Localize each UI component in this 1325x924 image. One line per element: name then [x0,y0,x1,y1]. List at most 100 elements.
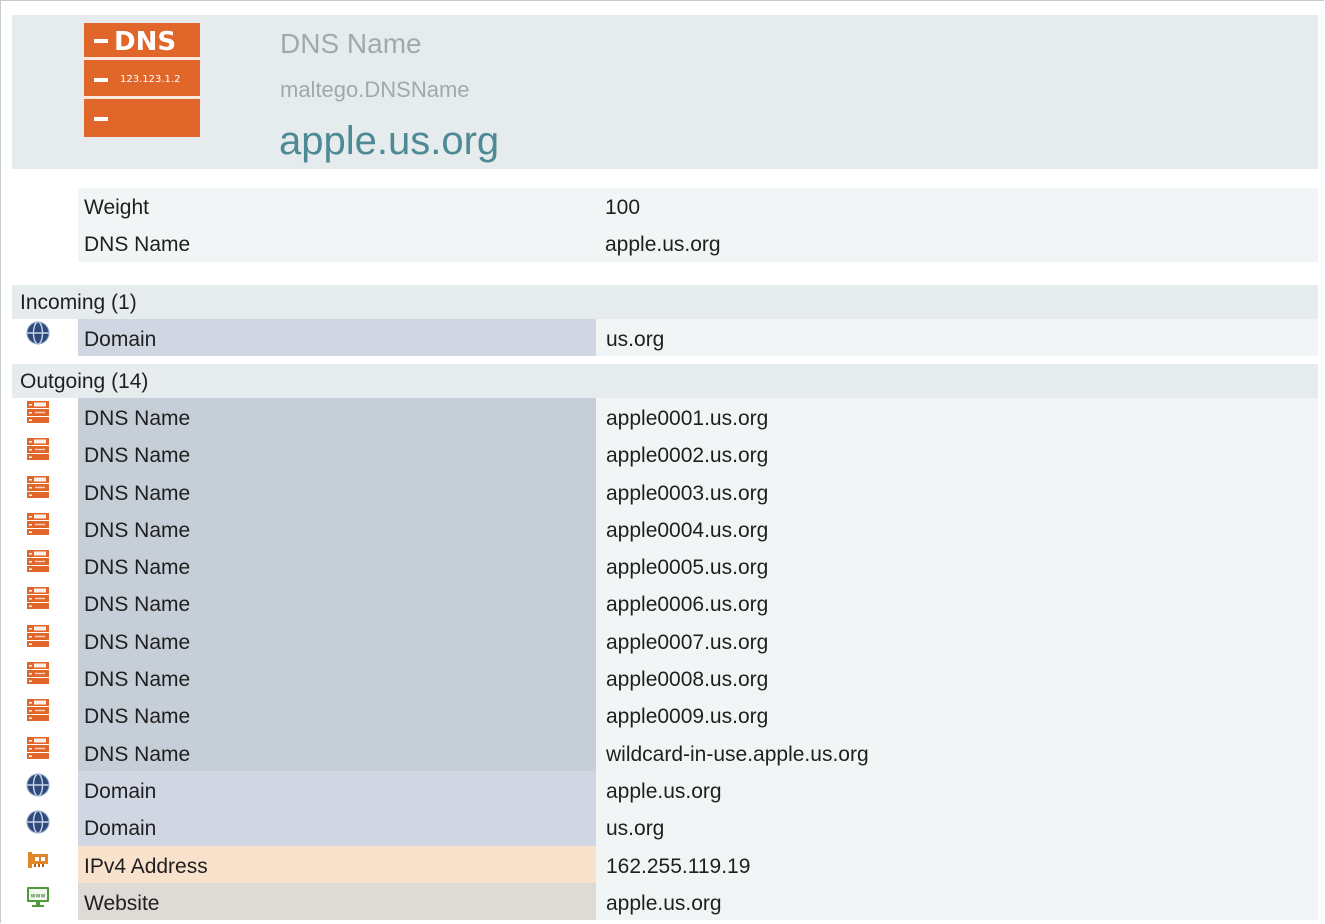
entity-type-label: DNS Name [84,705,191,729]
entity-type-label: DNS Name [84,556,191,580]
entity-type-label: Domain [84,817,157,841]
entity-type-cell: Domain [78,319,596,357]
entity-type-cell: DNS Name [78,659,596,697]
outgoing-section-header: Outgoing (14) [12,364,1318,398]
link-row[interactable]: Domain us.org [12,319,1318,357]
entity-type-label: DNS Name [84,630,191,654]
entity-value-label[interactable]: apple0006.us.org [606,593,768,617]
dns-name-icon [26,736,50,760]
entity-type-label: DNS Name [84,668,191,692]
entity-type-cell: DNS Name [78,472,596,510]
entity-value-label[interactable]: apple0004.us.org [606,519,768,543]
entity-value-label[interactable]: us.org [606,328,664,352]
dns-name-icon [26,586,50,610]
entity-value-label[interactable]: wildcard-in-use.apple.us.org [606,743,869,767]
ipv4-network-card-icon [26,848,50,872]
entity-value-label[interactable]: apple0003.us.org [606,482,768,506]
entity-type-cell: DNS Name [78,398,596,436]
dns-name-icon [26,698,50,722]
entity-value-label[interactable]: apple0009.us.org [606,705,768,729]
link-row[interactable]: DNS Name apple0001.us.org [12,398,1318,436]
entity-value-label[interactable]: apple0002.us.org [606,444,768,468]
property-name: DNS Name [84,233,191,256]
dns-name-icon [26,400,50,424]
entity-type-label: DNS Name [84,742,191,766]
dns-name-icon: DNS 123.123.1.2 [84,23,200,137]
dns-name-icon [26,661,50,685]
entity-value-cell: apple0006.us.org [596,584,1318,622]
link-row[interactable]: DNS Name apple0005.us.org [12,547,1318,585]
property-row: Weight 100 [78,188,1318,225]
entity-type-cell: Domain [78,808,596,846]
dns-icon-ip: 123.123.1.2 [120,74,180,85]
entity-type-cell: Domain [78,770,596,809]
entity-value-label[interactable]: us.org [606,817,664,841]
link-row[interactable]: Domain apple.us.org [12,770,1318,809]
entity-value-cell: us.org [596,808,1318,846]
link-row[interactable]: DNS Name wildcard-in-use.apple.us.org [12,733,1318,771]
entity-value-cell: wildcard-in-use.apple.us.org [596,733,1318,771]
entity-value-cell: apple0001.us.org [596,398,1318,436]
entity-value-label[interactable]: apple.us.org [606,892,722,916]
entity-value-label[interactable]: apple0008.us.org [606,668,768,692]
entity-type-cell: IPv4 Address [78,845,596,883]
svg-text:www: www [31,892,46,899]
entity-type-cell: DNS Name [78,509,596,548]
link-row[interactable]: DNS Name apple0003.us.org [12,472,1318,510]
entity-value-label[interactable]: 162.255.119.19 [606,855,750,879]
entity-value-cell: apple0004.us.org [596,509,1318,548]
property-name: Weight [84,196,149,219]
link-row[interactable]: DNS Name apple0007.us.org [12,621,1318,660]
link-row[interactable]: DNS Name apple0008.us.org [12,659,1318,697]
entity-type-cell: DNS Name [78,547,596,585]
entity-type-label: Domain [84,779,157,803]
entity-type-id: maltego.DNSName [280,77,470,102]
link-row[interactable]: DNS Name apple0002.us.org [12,435,1318,473]
entity-value-cell: apple0009.us.org [596,696,1318,734]
dns-name-icon [26,549,50,573]
entity-header: DNS 123.123.1.2 DNS Name maltego.DNSName… [12,15,1318,169]
entity-type-cell: DNS Name [78,621,596,660]
link-row[interactable]: IPv4 Address 162.255.119.19 [12,845,1318,883]
entity-value-label[interactable]: apple0007.us.org [606,631,768,655]
entity-type-cell: DNS Name [78,696,596,734]
entity-value-label[interactable]: apple0005.us.org [606,556,768,580]
property-row: DNS Name apple.us.org [78,225,1318,262]
entity-type-cell: DNS Name [78,435,596,473]
entity-value-cell: apple.us.org [596,770,1318,809]
entity-value-cell: apple0002.us.org [596,435,1318,473]
link-row[interactable]: DNS Name apple0004.us.org [12,509,1318,548]
incoming-section-header: Incoming (1) [12,285,1318,319]
entity-value-label[interactable]: apple.us.org [606,780,722,804]
entity-value-cell: us.org [596,319,1318,357]
entity-value-cell: apple0003.us.org [596,472,1318,510]
entity-value[interactable]: apple.us.org [279,119,499,164]
entity-type-label: DNS Name [84,518,191,542]
entity-type-cell: Website [78,882,596,921]
entity-value-cell: apple0007.us.org [596,621,1318,660]
property-value: apple.us.org [605,233,721,256]
domain-globe-icon [26,773,50,797]
website-monitor-icon: www [26,885,50,909]
dns-name-icon [26,624,50,648]
entity-value-cell: apple0005.us.org [596,547,1318,585]
entity-value-label[interactable]: apple0001.us.org [606,407,768,431]
entity-type-label: Domain [84,328,157,351]
dns-name-icon [26,475,50,499]
entity-type-label: DNS Name [84,407,191,430]
entity-type-label: DNS Name [84,593,191,617]
dns-icon-label: DNS [114,27,176,57]
link-row[interactable]: DNS Name apple0009.us.org [12,696,1318,734]
link-row[interactable]: DNS Name apple0006.us.org [12,584,1318,622]
domain-globe-icon [26,810,50,834]
entity-type-label: DNS Name [84,444,191,468]
entity-type-label: Website [84,891,160,915]
property-value: 100 [605,196,641,219]
outgoing-section-title: Outgoing (14) [20,370,149,393]
link-row[interactable]: www Website apple.us.org [12,882,1318,921]
domain-globe-icon [26,321,50,345]
entity-type-label: DNS Name [84,481,191,505]
link-row[interactable]: Domain us.org [12,808,1318,846]
incoming-list: Domain us.org [12,319,1318,357]
outgoing-list: DNS Name apple0001.us.org DNS Name apple000… [12,398,1318,921]
